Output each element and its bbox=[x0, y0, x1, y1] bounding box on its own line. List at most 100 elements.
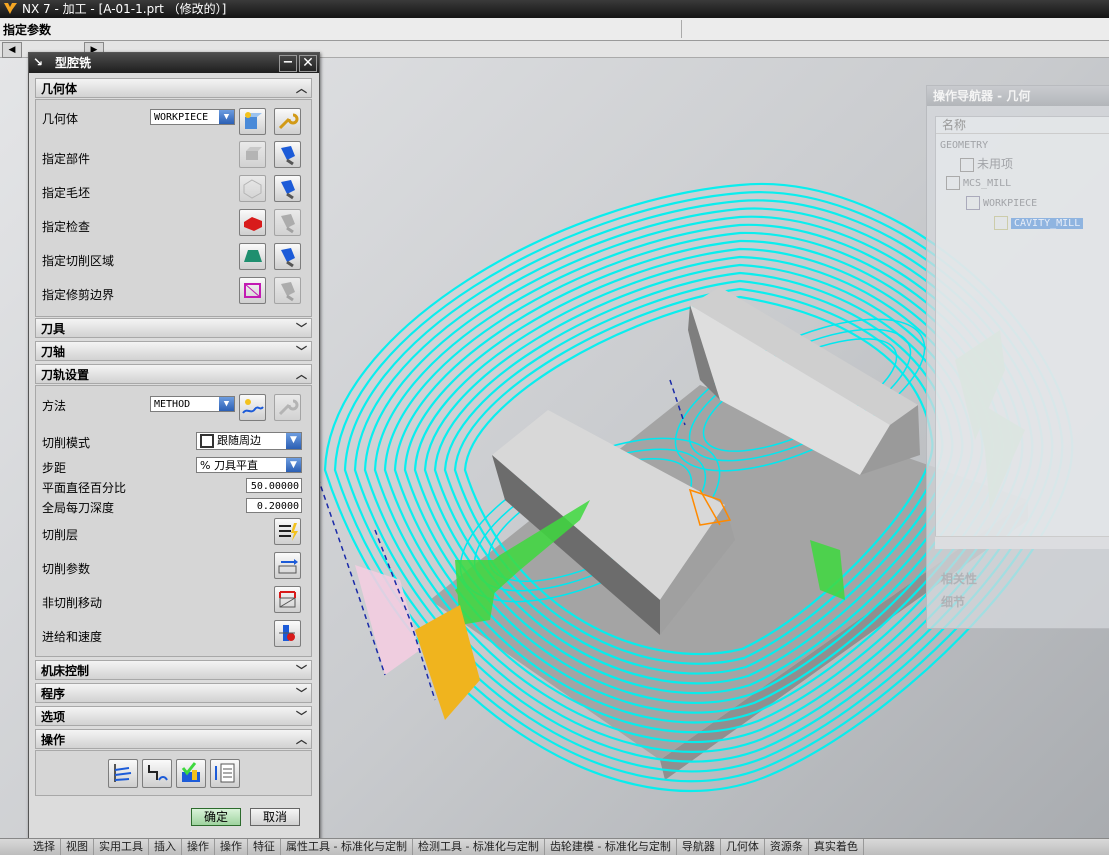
section-geometry[interactable]: 几何体 ︿ bbox=[35, 78, 312, 98]
chevron-down-icon: ﹀ bbox=[296, 687, 307, 700]
cut-pattern-value: 跟随周边 bbox=[217, 434, 261, 447]
edit-geometry-button[interactable] bbox=[274, 108, 301, 135]
navigator-dependencies[interactable]: 相关性 bbox=[941, 570, 977, 587]
display-cut-area-button[interactable] bbox=[274, 243, 301, 270]
chevron-down-icon: ﹀ bbox=[296, 664, 307, 677]
list-button[interactable] bbox=[210, 759, 240, 788]
section-path-settings[interactable]: 刀轨设置 ︿ bbox=[35, 364, 312, 384]
section-program-label: 程序 bbox=[41, 687, 66, 701]
part-label: 指定部件 bbox=[42, 152, 91, 166]
tree-item-unused[interactable]: 未用项 bbox=[960, 155, 1013, 173]
scroll-left-icon[interactable]: ◀ bbox=[2, 42, 22, 58]
wrench-icon bbox=[278, 113, 299, 130]
minimize-button[interactable]: − bbox=[279, 55, 297, 72]
pin-icon[interactable]: ↘ bbox=[33, 55, 47, 69]
folder-icon bbox=[960, 157, 974, 172]
percent-input[interactable]: 50.00000 bbox=[246, 478, 302, 493]
generate-icon bbox=[114, 764, 132, 782]
tree-item-mcs[interactable]: MCS_MILL bbox=[946, 175, 1011, 193]
trim-boundary-icon bbox=[244, 283, 261, 298]
taskbar-tab[interactable]: 特征 bbox=[248, 839, 281, 855]
follow-periphery-icon bbox=[200, 434, 214, 448]
chevron-up-icon: ︿ bbox=[296, 733, 307, 746]
new-geometry-button[interactable] bbox=[239, 108, 266, 135]
taskbar-tab[interactable]: 实用工具 bbox=[94, 839, 149, 855]
new-method-button[interactable] bbox=[239, 394, 266, 421]
section-program[interactable]: 程序 ﹀ bbox=[35, 683, 312, 703]
taskbar-tab[interactable]: 操作 bbox=[215, 839, 248, 855]
new-geometry-icon bbox=[245, 112, 262, 129]
replay-button[interactable] bbox=[142, 759, 172, 788]
select-part-button[interactable] bbox=[239, 141, 266, 168]
geometry-select[interactable]: WORKPIECE ▼ bbox=[150, 109, 235, 125]
trim-label: 指定修剪边界 bbox=[42, 288, 115, 302]
display-blank-button[interactable] bbox=[274, 175, 301, 202]
non-cutting-button[interactable] bbox=[274, 586, 301, 613]
cancel-button[interactable]: 取消 bbox=[250, 808, 300, 826]
taskbar-tab[interactable]: 几何体 bbox=[721, 839, 765, 855]
taskbar-tab[interactable]: 检测工具 - 标准化与定制 bbox=[413, 839, 545, 855]
select-blank-button[interactable] bbox=[239, 175, 266, 202]
percent-label: 平面直径百分比 bbox=[42, 481, 127, 495]
dialog-titlebar[interactable]: ↘ 型腔铣 − ✕ bbox=[29, 53, 319, 73]
generate-button[interactable] bbox=[108, 759, 138, 788]
navigator-hscrollbar[interactable] bbox=[935, 536, 1109, 549]
navigator-tree[interactable]: 名称 GEOMETRY 未用项 MCS_MILL WORKPIECE CAVIT… bbox=[935, 116, 1109, 538]
flashlight-icon bbox=[281, 214, 295, 234]
list-icon bbox=[215, 763, 235, 783]
taskbar-tab[interactable]: 选择 bbox=[28, 839, 61, 855]
chevron-down-icon: ▼ bbox=[219, 397, 234, 411]
edit-method-button[interactable] bbox=[274, 394, 301, 421]
method-select[interactable]: METHOD ▼ bbox=[150, 396, 235, 412]
non-cutting-label: 非切削移动 bbox=[42, 596, 103, 610]
cavity-mill-dialog: ↘ 型腔铣 − ✕ 几何体 ︿ 几何体 WORKPIECE ▼ 指定部件 指定毛坯 … bbox=[28, 52, 320, 840]
section-options[interactable]: 选项 ﹀ bbox=[35, 706, 312, 726]
taskbar-tab[interactable]: 视图 bbox=[61, 839, 94, 855]
tree-item-cavity-mill[interactable]: CAVITY_MILL bbox=[994, 215, 1084, 233]
replay-icon bbox=[148, 765, 168, 781]
cue-label: 指定参数 bbox=[3, 23, 52, 37]
display-check-button[interactable] bbox=[274, 209, 301, 236]
cut-pattern-select[interactable]: 跟随周边 ▼ bbox=[196, 432, 302, 450]
select-cut-area-button[interactable] bbox=[239, 243, 266, 270]
geometry-label: 几何体 bbox=[42, 112, 79, 126]
operation-icon bbox=[994, 216, 1008, 230]
feeds-speeds-button[interactable] bbox=[274, 620, 301, 647]
navigator-column-name[interactable]: 名称 bbox=[936, 117, 1109, 134]
cut-params-label: 切削参数 bbox=[42, 562, 91, 576]
chevron-down-icon: ▼ bbox=[286, 458, 301, 472]
cut-levels-label: 切削层 bbox=[42, 528, 79, 542]
select-trim-button[interactable] bbox=[239, 277, 266, 304]
cut-params-button[interactable] bbox=[274, 552, 301, 579]
taskbar-tab[interactable]: 真实着色 bbox=[809, 839, 864, 855]
close-button[interactable]: ✕ bbox=[299, 55, 317, 72]
stepover-select[interactable]: % 刀具平直 ▼ bbox=[196, 457, 302, 473]
depth-input[interactable]: 0.20000 bbox=[246, 498, 302, 513]
taskbar-tab[interactable]: 齿轮建模 - 标准化与定制 bbox=[545, 839, 677, 855]
cut-levels-button[interactable] bbox=[274, 518, 301, 545]
tree-item-geometry[interactable]: GEOMETRY bbox=[940, 137, 988, 155]
taskbar-tab[interactable]: 资源条 bbox=[765, 839, 809, 855]
nx-logo-icon bbox=[4, 3, 17, 14]
ok-button[interactable]: 确定 bbox=[191, 808, 241, 826]
wrench-icon bbox=[278, 399, 299, 416]
cut-pattern-label: 切削模式 bbox=[42, 436, 91, 450]
section-options-label: 选项 bbox=[41, 710, 66, 724]
tree-item-workpiece[interactable]: WORKPIECE bbox=[966, 195, 1037, 213]
taskbar-tab[interactable]: 操作 bbox=[182, 839, 215, 855]
section-path-settings-label: 刀轨设置 bbox=[41, 368, 90, 382]
display-trim-button[interactable] bbox=[274, 277, 301, 304]
taskbar-tab[interactable]: 属性工具 - 标准化与定制 bbox=[281, 839, 413, 855]
section-tool[interactable]: 刀具 ﹀ bbox=[35, 318, 312, 338]
section-machine-control[interactable]: 机床控制 ﹀ bbox=[35, 660, 312, 680]
verify-button[interactable] bbox=[176, 759, 206, 788]
section-tool-axis[interactable]: 刀轴 ﹀ bbox=[35, 341, 312, 361]
tree-item-workpiece-label: WORKPIECE bbox=[983, 198, 1038, 209]
taskbar-tab[interactable]: 导航器 bbox=[677, 839, 721, 855]
pink-surface bbox=[355, 565, 420, 675]
display-part-button[interactable] bbox=[274, 141, 301, 168]
navigator-details[interactable]: 细节 bbox=[941, 593, 965, 610]
section-actions[interactable]: 操作 ︿ bbox=[35, 729, 312, 749]
select-check-button[interactable] bbox=[239, 209, 266, 236]
taskbar-tab[interactable]: 插入 bbox=[149, 839, 182, 855]
